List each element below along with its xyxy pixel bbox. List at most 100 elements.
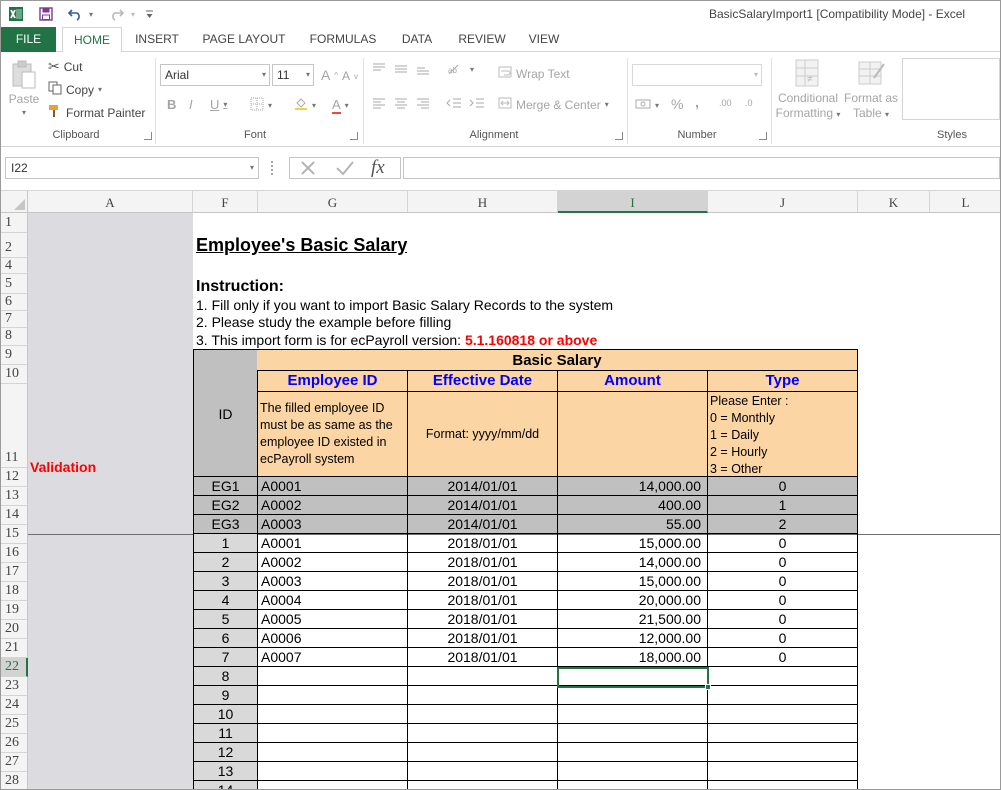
tab-formulas[interactable]: FORMULAS: [303, 27, 383, 52]
example-cell-type[interactable]: 1: [708, 496, 858, 515]
alignment-launcher-icon[interactable]: [615, 132, 623, 140]
column-header-h[interactable]: H: [408, 191, 558, 213]
italic-button[interactable]: I: [189, 97, 193, 112]
record-cell-amount[interactable]: 12,000.00: [558, 629, 708, 648]
record-cell-type[interactable]: 0: [708, 648, 858, 667]
formula-bar-splitter[interactable]: [271, 161, 275, 175]
column-header-g[interactable]: G: [258, 191, 408, 213]
record-cell-amount[interactable]: [558, 781, 708, 789]
row-header[interactable]: 4: [1, 258, 28, 274]
number-format-select[interactable]: ▾: [632, 64, 762, 86]
record-cell-amount[interactable]: 20,000.00: [558, 591, 708, 610]
record-cell-date[interactable]: 2018/01/01: [408, 629, 558, 648]
font-name-select[interactable]: Arial ▾: [160, 64, 270, 86]
copy-button[interactable]: Copy ▾: [48, 81, 102, 98]
row-header[interactable]: 22: [1, 658, 28, 677]
paste-button[interactable]: Paste ▾: [7, 60, 41, 117]
record-cell-emp[interactable]: A0007: [258, 648, 408, 667]
record-cell-type[interactable]: [708, 667, 858, 686]
undo-dropdown-icon[interactable]: ▾: [87, 4, 95, 24]
example-cell-id[interactable]: EG2: [193, 496, 258, 515]
record-cell-amount[interactable]: 21,500.00: [558, 610, 708, 629]
record-cell-id[interactable]: 2: [193, 553, 258, 572]
record-cell-amount[interactable]: 15,000.00: [558, 572, 708, 591]
record-cell-type[interactable]: 0: [708, 591, 858, 610]
row-header[interactable]: 17: [1, 563, 28, 582]
tab-data[interactable]: DATA: [393, 27, 441, 52]
record-cell-type[interactable]: 0: [708, 629, 858, 648]
record-cell-id[interactable]: 5: [193, 610, 258, 629]
record-cell-type[interactable]: [708, 724, 858, 743]
column-header-f[interactable]: F: [193, 191, 258, 213]
save-icon[interactable]: [37, 4, 55, 24]
record-cell-id[interactable]: 8: [193, 667, 258, 686]
select-all-corner[interactable]: [1, 191, 28, 213]
row-header[interactable]: 23: [1, 677, 28, 696]
record-cell-emp[interactable]: [258, 686, 408, 705]
row-header[interactable]: 26: [1, 734, 28, 753]
font-size-select[interactable]: 11 ▾: [272, 64, 314, 86]
cut-button[interactable]: ✂ Cut: [48, 58, 82, 75]
example-cell-emp[interactable]: A0002: [258, 496, 408, 515]
redo-icon[interactable]: [107, 4, 127, 24]
column-header-l[interactable]: L: [930, 191, 1000, 213]
record-cell-id[interactable]: 13: [193, 762, 258, 781]
record-cell-amount[interactable]: 18,000.00: [558, 648, 708, 667]
orientation-icon[interactable]: ab ▾: [446, 62, 474, 76]
record-cell-date[interactable]: [408, 762, 558, 781]
record-cell-emp[interactable]: A0004: [258, 591, 408, 610]
record-cell-emp[interactable]: [258, 705, 408, 724]
top-align-icon[interactable]: [371, 62, 387, 76]
record-cell-type[interactable]: [708, 781, 858, 789]
record-cell-date[interactable]: 2018/01/01: [408, 648, 558, 667]
column-header-i[interactable]: I: [558, 191, 708, 213]
record-cell-emp[interactable]: A0003: [258, 572, 408, 591]
record-cell-type[interactable]: 0: [708, 553, 858, 572]
record-cell-emp[interactable]: [258, 724, 408, 743]
record-cell-id[interactable]: 9: [193, 686, 258, 705]
record-cell-id[interactable]: 6: [193, 629, 258, 648]
record-cell-type[interactable]: 0: [708, 610, 858, 629]
column-header-j[interactable]: J: [708, 191, 858, 213]
tab-review[interactable]: REVIEW: [452, 27, 512, 52]
column-header-k[interactable]: K: [858, 191, 930, 213]
row-header[interactable]: 7: [1, 311, 28, 328]
record-cell-id[interactable]: 12: [193, 743, 258, 762]
tab-view[interactable]: VIEW: [521, 27, 567, 52]
decrease-indent-icon[interactable]: [445, 96, 463, 110]
record-cell-date[interactable]: [408, 724, 558, 743]
align-right-icon[interactable]: [415, 96, 431, 110]
wrap-text-button[interactable]: Wrap Text: [498, 65, 570, 82]
tab-insert[interactable]: INSERT: [128, 27, 186, 52]
tab-file[interactable]: FILE: [1, 27, 56, 52]
record-cell-amount[interactable]: 15,000.00: [558, 534, 708, 553]
example-cell-type[interactable]: 0: [708, 477, 858, 496]
increase-indent-icon[interactable]: [468, 96, 486, 110]
record-cell-id[interactable]: 4: [193, 591, 258, 610]
cell-styles-gallery[interactable]: [902, 58, 1000, 120]
row-header[interactable]: 19: [1, 601, 28, 620]
record-cell-amount[interactable]: [558, 762, 708, 781]
record-cell-date[interactable]: 2018/01/01: [408, 610, 558, 629]
row-header[interactable]: 14: [1, 506, 28, 525]
clipboard-launcher-icon[interactable]: [144, 132, 152, 140]
record-cell-emp[interactable]: A0002: [258, 553, 408, 572]
undo-icon[interactable]: [65, 4, 85, 24]
record-cell-emp[interactable]: [258, 762, 408, 781]
row-header[interactable]: 27: [1, 753, 28, 772]
record-cell-amount[interactable]: [558, 705, 708, 724]
customize-qat-icon[interactable]: [143, 4, 155, 24]
record-cell-emp[interactable]: A0005: [258, 610, 408, 629]
example-cell-id[interactable]: EG1: [193, 477, 258, 496]
number-launcher-icon[interactable]: [759, 132, 767, 140]
font-launcher-icon[interactable]: [350, 132, 358, 140]
confirm-entry-icon[interactable]: [335, 159, 355, 180]
active-cell-selection[interactable]: [557, 667, 709, 688]
row-header[interactable]: 9: [1, 346, 28, 365]
row-header[interactable]: 11: [1, 384, 28, 468]
borders-button[interactable]: ▾: [250, 97, 272, 114]
record-cell-id[interactable]: 1: [193, 534, 258, 553]
example-cell-emp[interactable]: A0001: [258, 477, 408, 496]
merge-center-button[interactable]: Merge & Center ▾: [498, 96, 609, 113]
row-header[interactable]: 1: [1, 213, 28, 233]
